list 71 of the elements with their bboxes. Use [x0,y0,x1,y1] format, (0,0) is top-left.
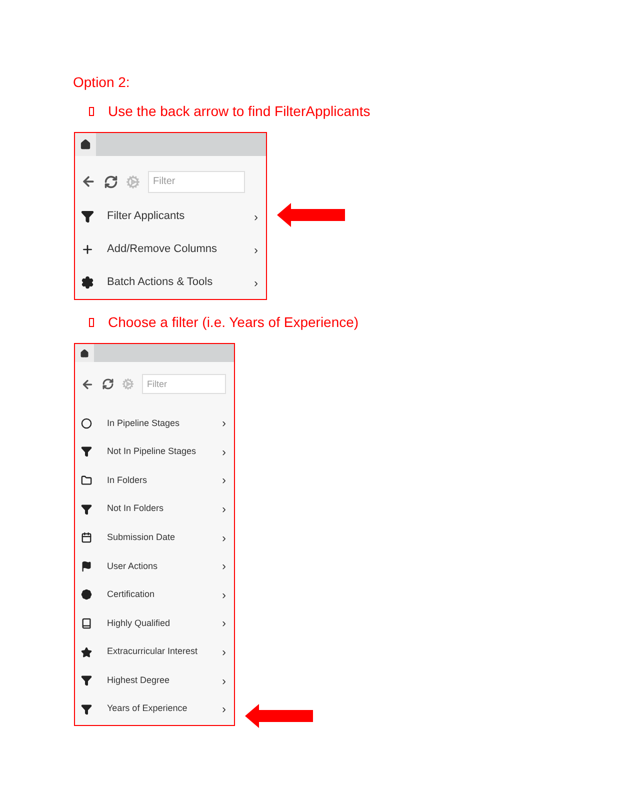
menu-item-label: Extracurricular Interest [107,645,199,658]
home-icon [80,138,91,150]
chevron-icon: › [222,643,226,662]
chevron-icon: › [222,528,226,547]
step-text: Use the back arrow to find FilterApplicants [108,102,370,121]
back-icon[interactable] [81,378,94,390]
filter-field[interactable]: Filter [148,170,245,193]
badge-icon [81,589,92,600]
back-icon[interactable] [81,174,96,190]
menu-item-label: User Actions [107,560,159,573]
menu-item[interactable]: Highest Degree › [75,666,234,695]
menu-item-label: Add/Remove Columns [107,242,218,258]
filter-icon [81,704,92,715]
menu-item[interactable]: Batch Actions & Tools › [75,266,266,299]
home-tab[interactable] [75,344,94,362]
gear-icon [81,276,94,289]
star-icon [81,646,92,658]
calendar-icon [81,532,92,544]
refresh-icon[interactable] [104,174,118,189]
book-icon [81,618,92,629]
menu-item-label: In Folders [107,474,148,487]
bullet-icon [89,318,94,327]
refresh-icon[interactable] [102,378,114,390]
chevron-icon: › [222,672,226,690]
menu-item-label: Highly Qualified [107,616,172,630]
filter-field[interactable]: Filter [142,374,226,394]
menu-item-label: Filter Applicants [107,209,186,224]
chevron-icon: › [222,586,226,604]
filter-icon [81,504,92,515]
menu-item-label: Certification [107,588,156,602]
folder-icon [81,474,92,486]
chevron-icon: › [222,700,226,718]
menu-item[interactable]: Years of Experience › [75,694,234,724]
menu-item-label: Highest Degree [107,674,171,687]
bullet-icon [89,107,94,116]
chevron-icon: › [222,471,226,490]
menu-item[interactable]: Add/Remove Columns › [75,233,266,266]
menu-item[interactable]: Highly Qualified › [75,609,234,638]
home-tab[interactable] [75,133,96,156]
filter-icon [81,446,92,458]
menu-item-label: Not In Pipeline Stages [107,445,198,458]
menu-item[interactable]: Not In Folders › [75,494,234,524]
flag-icon [81,560,92,572]
heading: Option 2: [73,73,131,92]
menu-item[interactable]: Not In Pipeline Stages › [75,438,234,466]
chevron-icon: › [222,442,226,461]
plus-icon [81,243,94,256]
menu-item-label: Batch Actions & Tools [107,275,214,290]
menu-item-label: In Pipeline Stages [107,416,181,430]
circle-icon [81,418,92,429]
chevron-icon: › [222,557,226,576]
chevron-icon: › [222,500,226,518]
chevron-icon: › [254,274,258,292]
chevron-icon: › [222,414,226,432]
menu-item-label: Not In Folders [107,502,165,516]
filter-icon [81,675,92,686]
home-icon [80,348,89,358]
menu-item-label: Submission Date [107,530,176,544]
step-text: Choose a filter (i.e. Years of Experience) [108,313,359,332]
menu-item[interactable]: In Folders › [75,466,234,495]
menu-item[interactable]: User Actions › [75,552,234,581]
chevron-icon: › [254,208,258,226]
menu-item[interactable]: Submission Date › [75,523,234,552]
chevron-icon: › [222,614,226,632]
menu-item[interactable]: Extracurricular Interest › [75,638,234,666]
menu-item[interactable]: In Pipeline Stages › [75,409,234,438]
menu-item[interactable]: Filter Applicants › [75,200,266,233]
chevron-icon: › [254,240,258,258]
menu-item[interactable]: Certification › [75,580,234,610]
filter-icon [81,210,94,223]
menu-item-label: Years of Experience [107,702,188,716]
